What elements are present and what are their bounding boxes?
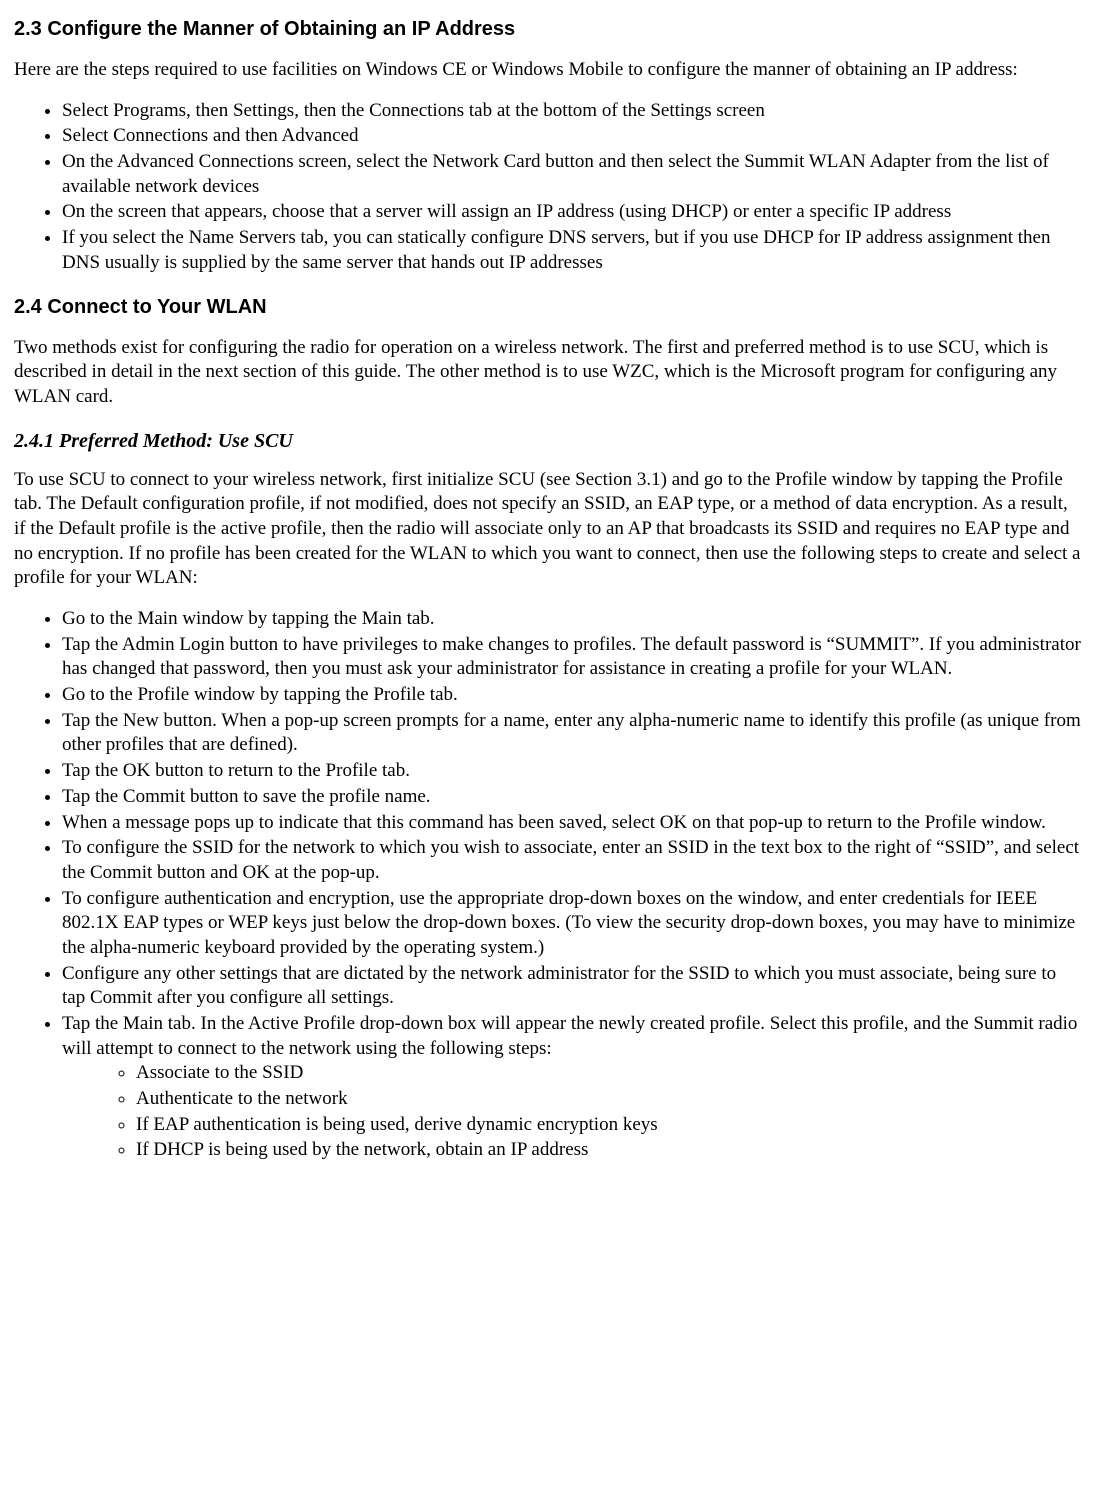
section-2-4-heading: 2.4 Connect to Your WLAN — [14, 294, 1081, 320]
section-2-3-intro: Here are the steps required to use facil… — [14, 58, 1081, 83]
list-item: If EAP authentication is being used, der… — [136, 1113, 1081, 1138]
section-2-4-1-intro: To use SCU to connect to your wireless n… — [14, 468, 1081, 591]
list-item: On the Advanced Connections screen, sele… — [62, 150, 1081, 199]
section-2-4-1-heading: 2.4.1 Preferred Method: Use SCU — [14, 428, 1081, 454]
list-item: Associate to the SSID — [136, 1061, 1081, 1086]
list-item: Select Connections and then Advanced — [62, 124, 1081, 149]
list-item-text: Tap the Main tab. In the Active Profile … — [62, 1013, 1077, 1059]
list-item: When a message pops up to indicate that … — [62, 811, 1081, 836]
section-2-4-1-sublist: Associate to the SSID Authenticate to th… — [62, 1061, 1081, 1163]
section-2-3-heading: 2.3 Configure the Manner of Obtaining an… — [14, 16, 1081, 42]
section-2-4-1-list: Go to the Main window by tapping the Mai… — [14, 607, 1081, 1163]
list-item: Configure any other settings that are di… — [62, 962, 1081, 1011]
list-item: Go to the Main window by tapping the Mai… — [62, 607, 1081, 632]
list-item: Go to the Profile window by tapping the … — [62, 683, 1081, 708]
list-item: Tap the Commit button to save the profil… — [62, 785, 1081, 810]
list-item: Tap the Main tab. In the Active Profile … — [62, 1012, 1081, 1163]
list-item: To configure authentication and encrypti… — [62, 887, 1081, 961]
list-item: If you select the Name Servers tab, you … — [62, 226, 1081, 275]
section-2-3-list: Select Programs, then Settings, then the… — [14, 99, 1081, 276]
list-item: Tap the New button. When a pop-up screen… — [62, 709, 1081, 758]
list-item: Tap the OK button to return to the Profi… — [62, 759, 1081, 784]
list-item: If DHCP is being used by the network, ob… — [136, 1138, 1081, 1163]
list-item: To configure the SSID for the network to… — [62, 836, 1081, 885]
list-item: Tap the Admin Login button to have privi… — [62, 633, 1081, 682]
list-item: Select Programs, then Settings, then the… — [62, 99, 1081, 124]
list-item: Authenticate to the network — [136, 1087, 1081, 1112]
list-item: On the screen that appears, choose that … — [62, 200, 1081, 225]
section-2-4-intro: Two methods exist for configuring the ra… — [14, 336, 1081, 410]
